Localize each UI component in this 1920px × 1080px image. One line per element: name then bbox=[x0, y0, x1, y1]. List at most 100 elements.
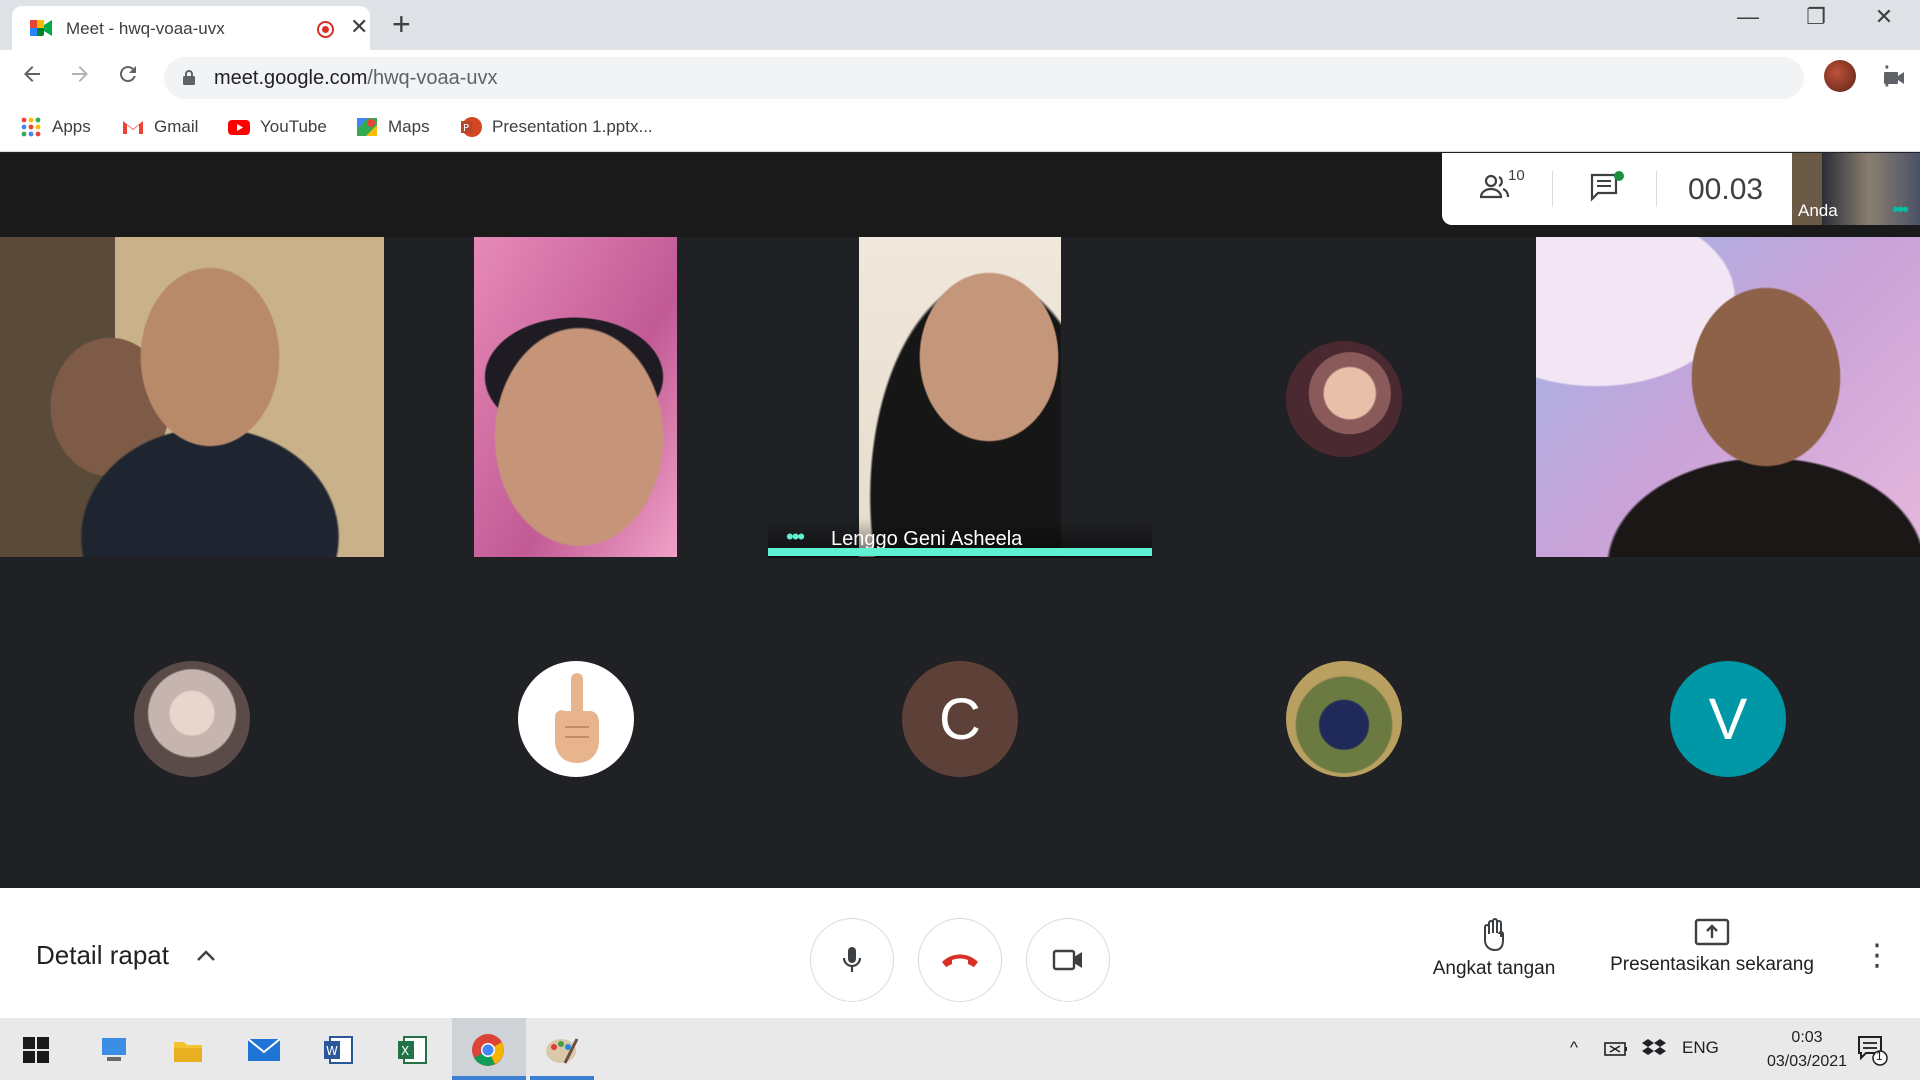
more-options-icon[interactable]: ⋮ bbox=[1862, 938, 1892, 973]
participant-avatar[interactable] bbox=[1286, 661, 1402, 777]
battery-icon[interactable] bbox=[1604, 1040, 1628, 1058]
taskbar-word[interactable]: W bbox=[318, 1030, 358, 1070]
window-close-button[interactable]: ✕ bbox=[1864, 4, 1904, 30]
self-view-name: Anda bbox=[1798, 201, 1838, 220]
present-now-label: Presentasikan sekarang bbox=[1610, 954, 1814, 975]
windows-logo-icon bbox=[23, 1037, 49, 1063]
active-speaker-highlight bbox=[768, 548, 1152, 556]
active-app-underline bbox=[452, 1076, 526, 1080]
apps-grid-icon bbox=[21, 117, 41, 137]
dropbox-icon[interactable] bbox=[1642, 1038, 1666, 1058]
microphone-button[interactable] bbox=[810, 918, 894, 1002]
browser-menu-icon[interactable]: ⋮ bbox=[1874, 60, 1900, 91]
bookmark-maps[interactable]: Maps bbox=[356, 116, 430, 138]
bookmark-label: Apps bbox=[52, 117, 91, 136]
meeting-details-button[interactable]: Detail rapat bbox=[36, 940, 169, 971]
back-button[interactable] bbox=[16, 62, 48, 93]
show-hidden-icons-icon[interactable]: ^ bbox=[1570, 1038, 1578, 1058]
participant-video-tile[interactable] bbox=[859, 237, 1061, 557]
language-indicator[interactable]: ENG bbox=[1682, 1038, 1719, 1058]
word-icon: W bbox=[324, 1036, 353, 1064]
profile-avatar[interactable] bbox=[1824, 60, 1856, 92]
browser-toolbar: meet.google.com/hwq-voaa-uvx ☆ ⋮ bbox=[0, 50, 1920, 106]
leave-call-button[interactable] bbox=[918, 918, 1002, 1002]
paint-palette-icon bbox=[546, 1038, 579, 1064]
avatar-initial: V bbox=[1708, 686, 1748, 752]
speaking-indicator-icon: ••• bbox=[786, 524, 805, 549]
folder-icon bbox=[174, 1042, 202, 1062]
new-tab-button[interactable]: + bbox=[392, 8, 411, 40]
participant-video-tile[interactable] bbox=[474, 237, 677, 557]
video-camera-icon bbox=[1052, 949, 1082, 971]
participant-video-tile[interactable] bbox=[0, 237, 384, 557]
taskbar-excel[interactable]: X bbox=[392, 1030, 432, 1070]
bookmark-gmail[interactable]: Gmail bbox=[122, 116, 198, 138]
address-bar[interactable]: meet.google.com/hwq-voaa-uvx ☆ bbox=[164, 57, 1904, 99]
minimize-button[interactable]: — bbox=[1728, 4, 1768, 30]
participant-avatar[interactable]: V bbox=[1670, 661, 1786, 777]
meeting-info-panel: 10 00.03 bbox=[1442, 153, 1792, 225]
arrow-left-icon bbox=[24, 66, 40, 82]
self-view-tile[interactable]: Anda ••• bbox=[1792, 153, 1920, 225]
excel-icon: X bbox=[398, 1036, 427, 1064]
participant-avatar[interactable] bbox=[518, 661, 634, 777]
reload-button[interactable] bbox=[112, 62, 144, 93]
meeting-control-bar: Detail rapat Angkat tangan Presentasikan… bbox=[0, 888, 1920, 1018]
notification-count: 1 bbox=[1876, 1049, 1883, 1063]
raise-hand-icon bbox=[1484, 918, 1504, 952]
powerpoint-icon: P bbox=[461, 117, 482, 137]
forward-button[interactable] bbox=[64, 62, 96, 93]
gmail-icon bbox=[123, 121, 143, 134]
pointing-hand-icon bbox=[555, 673, 599, 763]
taskbar-mail[interactable] bbox=[244, 1030, 284, 1070]
present-now-button[interactable]: Presentasikan sekarang bbox=[1598, 918, 1826, 976]
google-meet-icon bbox=[30, 20, 52, 36]
system-clock[interactable]: 0:03 03/03/2021 bbox=[1752, 1026, 1862, 1074]
mail-icon bbox=[247, 1038, 281, 1061]
reload-icon bbox=[119, 66, 136, 83]
people-icon[interactable] bbox=[1480, 173, 1510, 199]
participant-video-tile[interactable] bbox=[1536, 237, 1920, 557]
action-center-button[interactable]: 1 bbox=[1856, 1034, 1888, 1071]
taskbar-chrome[interactable] bbox=[468, 1030, 508, 1070]
maps-icon bbox=[357, 118, 377, 136]
chat-unread-dot bbox=[1614, 171, 1624, 181]
arrow-right-icon bbox=[72, 66, 88, 82]
lock-icon bbox=[183, 70, 195, 85]
bookmark-youtube[interactable]: YouTube bbox=[228, 116, 327, 138]
tab-close-button[interactable]: ✕ bbox=[350, 16, 368, 38]
bookmarks-bar: Apps Gmail YouTube Maps P Presentation 1… bbox=[0, 106, 1920, 152]
bookmark-presentation[interactable]: P Presentation 1.pptx... bbox=[460, 116, 653, 138]
url-domain: meet.google.com bbox=[214, 67, 368, 89]
chevron-up-icon[interactable] bbox=[194, 944, 218, 968]
participant-avatar[interactable]: C bbox=[902, 661, 1018, 777]
computer-icon bbox=[102, 1038, 126, 1061]
url-path: /hwq-voaa-uvx bbox=[367, 67, 498, 89]
bookmark-label: Presentation 1.pptx... bbox=[492, 117, 653, 136]
bookmark-label: Gmail bbox=[154, 117, 199, 136]
youtube-icon bbox=[228, 120, 250, 135]
bookmark-label: Maps bbox=[388, 117, 430, 136]
restore-button[interactable]: ❐ bbox=[1796, 4, 1836, 30]
raise-hand-button[interactable]: Angkat tangan bbox=[1414, 918, 1574, 980]
taskbar-this-pc[interactable] bbox=[94, 1030, 134, 1070]
browser-tab[interactable]: Meet - hwq-voaa-uvx ✕ bbox=[12, 6, 370, 50]
bookmark-apps[interactable]: Apps bbox=[20, 116, 91, 138]
notification-icon bbox=[1858, 1036, 1888, 1066]
participant-avatar[interactable] bbox=[1286, 341, 1402, 457]
camera-button[interactable] bbox=[1026, 918, 1110, 1002]
taskbar-paint[interactable] bbox=[542, 1030, 582, 1070]
recording-indicator-icon bbox=[317, 21, 334, 38]
start-button[interactable] bbox=[16, 1030, 56, 1070]
clock-time: 0:03 bbox=[1791, 1029, 1823, 1046]
windows-taskbar: W X ^ ENG 0:03 03/03/2021 1 bbox=[0, 1018, 1920, 1080]
svg-text:W: W bbox=[326, 1044, 338, 1058]
microphone-icon bbox=[842, 947, 862, 972]
chrome-icon bbox=[472, 1034, 504, 1066]
browser-tab-strip: Meet - hwq-voaa-uvx ✕ + — ❐ ✕ bbox=[0, 0, 1920, 50]
bookmark-label: YouTube bbox=[260, 117, 327, 136]
open-app-underline bbox=[530, 1076, 594, 1080]
participant-avatar[interactable] bbox=[134, 661, 250, 777]
taskbar-file-explorer[interactable] bbox=[168, 1030, 208, 1070]
tab-title: Meet - hwq-voaa-uvx bbox=[66, 19, 225, 38]
